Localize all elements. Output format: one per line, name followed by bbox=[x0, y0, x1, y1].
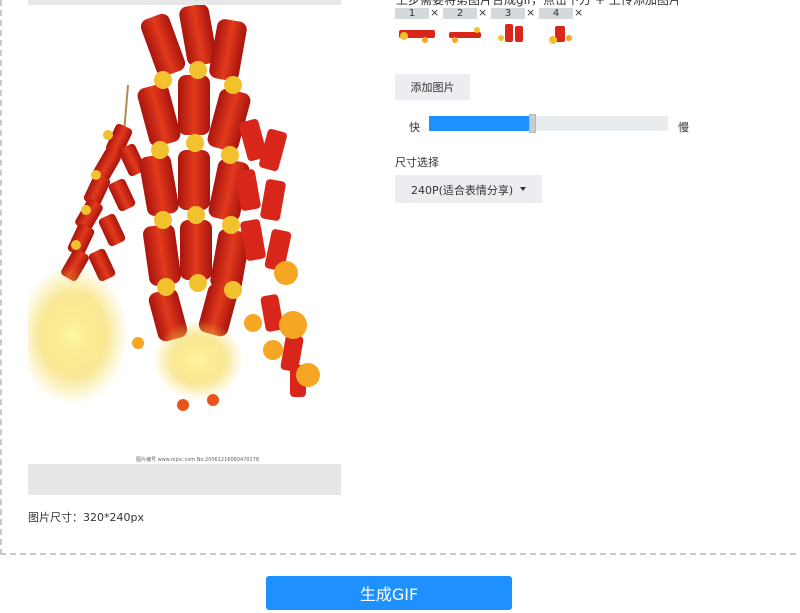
size-select-dropdown[interactable]: 240P(适合表情分享) bbox=[395, 175, 542, 203]
speed-fast-label: 快 bbox=[409, 121, 420, 134]
add-image-button[interactable]: 添加图片 bbox=[395, 74, 470, 100]
thumbnail-image bbox=[399, 30, 435, 43]
thumbnail-index: 2 bbox=[443, 8, 477, 19]
close-icon[interactable]: × bbox=[478, 7, 487, 19]
thumbnail-index: 1 bbox=[395, 8, 429, 19]
firecracker-image bbox=[28, 5, 320, 411]
left-firecracker-bunch bbox=[61, 123, 146, 282]
speed-slider-fill bbox=[429, 116, 529, 131]
close-icon[interactable]: × bbox=[574, 7, 583, 19]
close-icon[interactable]: × bbox=[430, 7, 439, 19]
thumbnail-item[interactable]: 2 × bbox=[443, 7, 487, 46]
speed-slider[interactable] bbox=[429, 114, 668, 133]
size-select-label: 尺寸选择 bbox=[395, 156, 439, 169]
thumbnail-image bbox=[449, 27, 481, 43]
thumbnail-image bbox=[498, 24, 523, 42]
thumbnail-item[interactable]: 4 × bbox=[539, 7, 583, 46]
speed-slow-label: 慢 bbox=[678, 121, 689, 134]
thumbnail-index: 3 bbox=[491, 8, 525, 19]
caret-down-icon bbox=[520, 187, 526, 191]
size-select-value: 240P(适合表情分享) bbox=[411, 184, 514, 197]
preview-bottom-bar bbox=[28, 464, 341, 495]
close-icon[interactable]: × bbox=[526, 7, 535, 19]
center-firecracker-bunch bbox=[137, 5, 251, 342]
thumbnail-item[interactable]: 3 × bbox=[491, 7, 535, 46]
image-watermark: 图片编号 www.nipic.com No.20061216060470178 bbox=[136, 457, 260, 463]
generate-gif-button[interactable]: 生成GIF bbox=[266, 576, 512, 610]
thumbnail-index: 4 bbox=[539, 8, 573, 19]
image-size-text: 图片尺寸：320*240px bbox=[28, 511, 144, 524]
thumbnail-item[interactable]: 1 × bbox=[395, 7, 439, 46]
preview-canvas: 图片编号 www.nipic.com No.20061216060470178 bbox=[28, 5, 341, 464]
speed-slider-handle[interactable] bbox=[529, 114, 536, 133]
thumbnail-image bbox=[549, 26, 572, 44]
